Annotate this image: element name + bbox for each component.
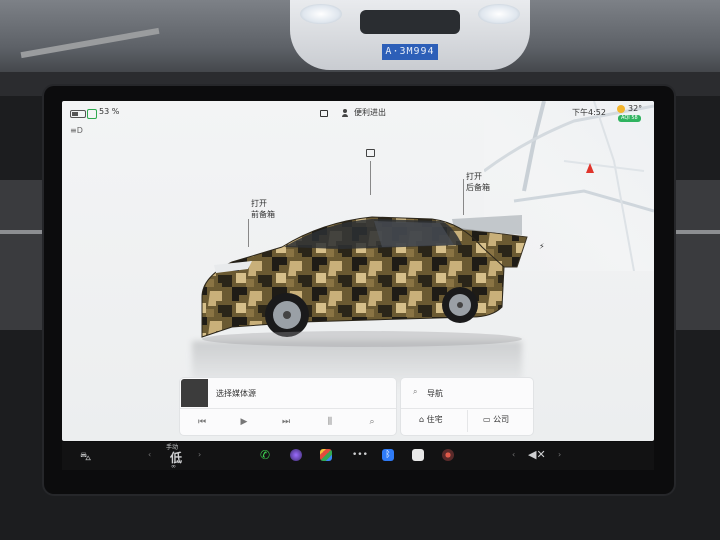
previous-track-icon[interactable]: ⏮ [192, 415, 212, 429]
volume-down-chevron-icon[interactable]: ‹ [512, 450, 515, 459]
car-settings-icon[interactable]: ⛍ [80, 450, 91, 465]
briefcase-icon: ▭ [483, 415, 491, 424]
temp-down-chevron-icon[interactable]: ‹ [148, 450, 151, 459]
navigation-position-arrow-icon [586, 163, 594, 173]
home-shortcut-button[interactable]: ⌂ 住宅 [419, 414, 443, 425]
dashboard-right-panel [668, 180, 720, 330]
trunk-label-line1: 打开 [466, 172, 482, 181]
vehicle-rear-wheel [442, 287, 478, 323]
charge-port-icon[interactable]: ⚡ [539, 242, 547, 251]
navigation-search-label[interactable]: 导航 [427, 388, 443, 399]
front-vehicle: A·3M994 [290, 0, 530, 70]
bluetooth-icon[interactable]: ᛒ [382, 449, 394, 461]
nav-divider [401, 408, 533, 409]
media-player-card[interactable]: 选择媒体源 ⏮ ▶ ⏭ ⫼ ⌕ [180, 378, 396, 435]
battery-icon [70, 110, 86, 118]
sun-icon [617, 105, 625, 113]
headlight-icon[interactable]: ≡D [70, 126, 83, 135]
profile-icon[interactable] [342, 109, 348, 117]
work-shortcut-button[interactable]: ▭ 公司 [483, 414, 509, 425]
seat-heat-icon[interactable]: ∞ [171, 463, 176, 470]
touchscreen: 53 % 便利进出 下午4:52 32° AQI 58 ≡D 打开 前备箱 打开… [62, 101, 654, 441]
video-app-icon[interactable] [412, 449, 424, 461]
profile-name[interactable]: 便利进出 [354, 107, 386, 118]
media-divider [180, 408, 396, 409]
air-quality-badge: AQI 58 [618, 115, 641, 122]
volume-up-chevron-icon[interactable]: › [558, 450, 561, 459]
play-icon[interactable]: ▶ [234, 415, 254, 429]
temp-up-chevron-icon[interactable]: › [198, 450, 201, 459]
dashboard-trim-right [668, 230, 720, 234]
app-launcher-icon[interactable] [320, 449, 332, 461]
vehicle-3d-model[interactable] [192, 197, 532, 357]
home-label: 住宅 [426, 415, 443, 424]
battery-percent: 53 % [99, 107, 120, 116]
mute-x-symbol: ✕ [536, 448, 546, 461]
road-marking [20, 27, 160, 59]
lock-icon[interactable] [320, 110, 328, 117]
vehicle-shadow [202, 331, 522, 347]
media-search-icon[interactable]: ⌕ [362, 415, 382, 429]
next-track-icon[interactable]: ⏭ [276, 415, 296, 429]
windshield-view: A·3M994 [0, 0, 720, 80]
camera-app-icon[interactable] [290, 449, 302, 461]
nav-search-icon[interactable]: ⌕ [413, 387, 417, 397]
clock-time: 下午4:52 [572, 108, 606, 117]
trunk-open-label[interactable]: 打开 后备箱 [466, 171, 490, 193]
work-label: 公司 [493, 415, 510, 424]
media-source-title[interactable]: 选择媒体源 [216, 388, 256, 399]
dashcam-icon[interactable] [442, 449, 454, 461]
door-lock-icon[interactable] [366, 149, 375, 157]
outside-temperature: 32° [628, 104, 643, 113]
volume-muted-icon[interactable]: ◀✕ [528, 448, 546, 461]
front-vehicle-grille [360, 10, 460, 34]
home-icon: ⌂ [419, 415, 425, 424]
front-vehicle-headlight-left [300, 4, 342, 24]
phone-icon[interactable]: ✆ [260, 448, 270, 462]
license-plate: A·3M994 [382, 44, 438, 60]
charging-plug-icon [87, 109, 97, 119]
bottom-dock: ⛍ ‹ 手动 低 ∞ › ✆ ••• ᛒ ‹ ◀✕ › [62, 442, 654, 470]
equalizer-icon[interactable]: ⫼ [320, 415, 340, 429]
nav-vertical-divider [467, 410, 468, 432]
vehicle-front-wheel [265, 293, 309, 337]
album-art [181, 379, 208, 407]
navigation-card[interactable]: ⌕ 导航 ⌂ 住宅 ▭ 公司 [401, 378, 533, 435]
more-apps-icon[interactable]: ••• [352, 450, 368, 460]
trunk-label-line2: 后备箱 [466, 183, 490, 192]
lock-leader-line [370, 161, 371, 195]
front-vehicle-headlight-right [478, 4, 520, 24]
